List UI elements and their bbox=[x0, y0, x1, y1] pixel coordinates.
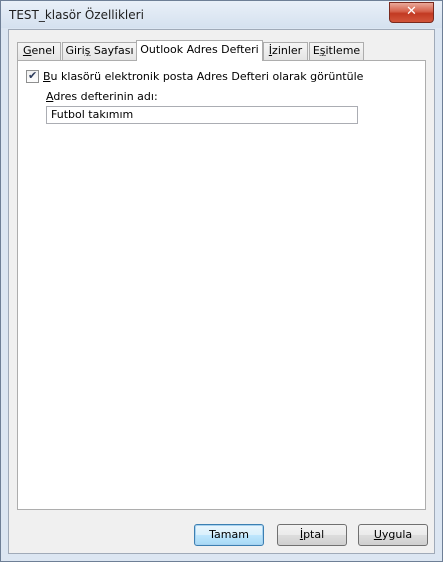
tab-label-prefix: E bbox=[312, 44, 320, 57]
apply-button[interactable]: Uygula bbox=[358, 524, 428, 546]
address-book-name-input[interactable]: Futbol takımım bbox=[46, 106, 358, 124]
label-mnemonic: B bbox=[43, 70, 51, 83]
show-as-address-book-label[interactable]: Bu klasörü elektronik posta Adres Defter… bbox=[43, 70, 363, 83]
window-title: TEST_klasör Özellikleri bbox=[9, 8, 144, 22]
cancel-button[interactable]: İptal bbox=[277, 524, 347, 546]
button-label-rest: ptal bbox=[303, 528, 325, 541]
tab-label-prefix: Outlook Adres Defteri bbox=[140, 43, 259, 56]
tab-esitleme[interactable]: Eşitleme bbox=[309, 42, 364, 60]
properties-dialog: TEST_klasör Özellikleri ✕ Genel Giriş Sa… bbox=[0, 0, 443, 562]
ok-button[interactable]: Tamam bbox=[194, 524, 264, 546]
tab-label-rest: itleme bbox=[325, 44, 361, 57]
label-rest: dres defterinin adı: bbox=[53, 90, 158, 103]
dialog-body: Genel Giriş Sayfası Outlook Adres Defter… bbox=[8, 29, 435, 554]
tab-outlook-adres-defteri[interactable]: Outlook Adres Defteri bbox=[136, 40, 263, 61]
tab-panel-outlook-adres-defteri: ✔ Bu klasörü elektronik posta Adres Deft… bbox=[17, 60, 426, 510]
address-book-name-label: Adres defterinin adı: bbox=[46, 90, 158, 103]
close-icon: ✕ bbox=[406, 4, 417, 19]
close-button[interactable]: ✕ bbox=[389, 2, 434, 23]
button-label-rest: ygula bbox=[381, 528, 413, 541]
tab-label-rest: Sayfası bbox=[90, 44, 134, 57]
tab-label-rest: enel bbox=[31, 44, 56, 57]
tab-label-prefix: Giri bbox=[65, 44, 85, 57]
show-as-address-book-checkbox[interactable]: ✔ bbox=[26, 69, 39, 83]
label-rest: u klasörü elektronik posta Adres Defteri… bbox=[50, 70, 364, 83]
checkmark-icon: ✔ bbox=[28, 69, 38, 82]
button-mnemonic: U bbox=[373, 528, 382, 541]
tab-izinler[interactable]: İzinler bbox=[263, 42, 308, 60]
tab-genel[interactable]: Genel bbox=[17, 42, 61, 60]
tab-giris-sayfasi[interactable]: Giriş Sayfası bbox=[62, 42, 137, 60]
tab-label-rest: zinler bbox=[272, 44, 303, 57]
title-bar[interactable]: TEST_klasör Özellikleri ✕ bbox=[1, 1, 442, 28]
